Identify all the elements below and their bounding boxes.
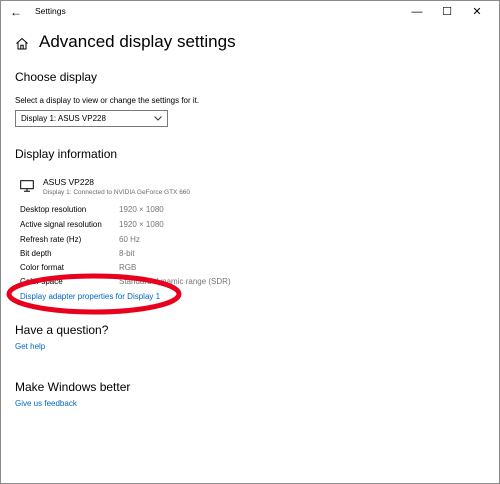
page-title: Advanced display settings — [39, 32, 236, 51]
give-us-feedback-link[interactable]: Give us feedback — [15, 399, 77, 408]
minimize-button[interactable]: — — [403, 3, 431, 21]
monitor-connection: Display 1: Connected to NVIDIA GeForce G… — [43, 189, 191, 196]
info-value-refresh-rate: 60 Hz — [119, 235, 140, 244]
choose-display-heading: Choose display — [15, 70, 98, 84]
info-label-bit-depth: Bit depth — [20, 249, 52, 258]
back-arrow-icon[interactable]: ← — [7, 4, 25, 20]
display-select-value: Display 1: ASUS VP228 — [21, 114, 106, 123]
display-information-heading: Display information — [15, 147, 118, 161]
title-bar: ← Settings — ☐ ✕ — [1, 1, 499, 23]
choose-display-description: Select a display to view or change the s… — [15, 96, 200, 105]
info-value-desktop-resolution: 1920 × 1080 — [119, 205, 164, 214]
display-adapter-properties-link[interactable]: Display adapter properties for Display 1 — [20, 292, 160, 301]
info-label-active-signal-resolution: Active signal resolution — [20, 220, 102, 229]
info-value-active-signal-resolution: 1920 × 1080 — [119, 220, 164, 229]
make-windows-better-heading: Make Windows better — [15, 380, 131, 394]
info-label-color-space: Color space — [20, 277, 63, 286]
info-value-color-space: Standard dynamic range (SDR) — [119, 277, 231, 286]
info-label-desktop-resolution: Desktop resolution — [20, 205, 87, 214]
info-value-color-format: RGB — [119, 263, 137, 272]
monitor-icon — [20, 180, 34, 192]
have-a-question-heading: Have a question? — [15, 323, 109, 337]
info-label-refresh-rate: Refresh rate (Hz) — [20, 235, 82, 244]
get-help-link[interactable]: Get help — [15, 342, 45, 351]
home-icon[interactable] — [15, 37, 29, 50]
chevron-down-icon — [154, 116, 162, 121]
info-label-color-format: Color format — [20, 263, 65, 272]
app-title: Settings — [35, 6, 66, 16]
maximize-button[interactable]: ☐ — [433, 3, 461, 21]
info-value-bit-depth: 8-bit — [119, 249, 135, 258]
close-button[interactable]: ✕ — [463, 3, 491, 21]
settings-window: ← Settings — ☐ ✕ Advanced display settin… — [0, 0, 500, 484]
monitor-name: ASUS VP228 — [43, 177, 95, 187]
display-select[interactable]: Display 1: ASUS VP228 — [15, 110, 168, 127]
